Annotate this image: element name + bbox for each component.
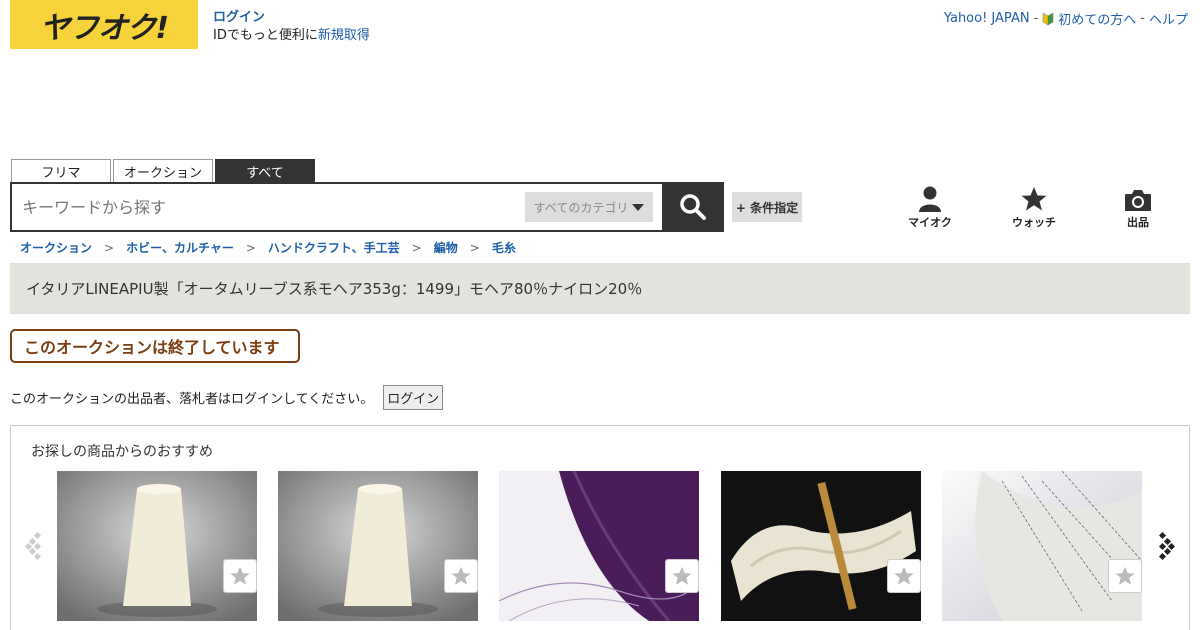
breadcrumb-separator: > (469, 240, 480, 255)
star-icon (230, 566, 250, 585)
login-link[interactable]: ログイン (213, 10, 265, 25)
logo-text: ヤフオク! (39, 10, 169, 46)
breadcrumb-item[interactable]: 編物 (434, 239, 458, 256)
beginner-mark-icon (1042, 11, 1054, 26)
person-icon (919, 186, 941, 212)
recommended-item[interactable] (278, 471, 478, 621)
help-link[interactable]: ヘルプ (1149, 9, 1188, 28)
star-icon (451, 566, 471, 585)
tab-auction[interactable]: オークション (113, 159, 213, 182)
breadcrumb-item[interactable]: オークション (20, 239, 92, 256)
recommended-item[interactable] (499, 471, 699, 621)
login-button[interactable]: ログイン (383, 385, 444, 410)
login-sub-text: IDでもっと便利に (213, 28, 318, 43)
item-image (721, 471, 921, 621)
recommended-item[interactable] (942, 471, 1142, 621)
item-title-bar: イタリアLINEAPIU製「オータムリーブス系モヘア353g：1499」モヘア8… (10, 263, 1190, 314)
tab-all[interactable]: すべて (215, 159, 315, 182)
search-tabs: フリマ オークション すべて (11, 159, 315, 182)
beginner-link[interactable]: 初めての方へ (1058, 9, 1136, 28)
recommended-item[interactable] (57, 471, 257, 621)
chevron-down-icon (632, 203, 645, 211)
star-icon (894, 566, 914, 585)
search-input[interactable] (22, 192, 502, 222)
watch-star-button[interactable] (223, 559, 257, 593)
star-icon (1021, 187, 1047, 211)
signup-link[interactable]: 新規取得 (318, 28, 370, 43)
carousel-prev-arrow-icon[interactable] (25, 531, 45, 561)
recommended-item[interactable] (721, 471, 921, 621)
my-auction-label: マイオク (908, 216, 952, 229)
recommendations-panel: お探しの商品からのおすすめ (10, 425, 1190, 630)
login-prompt-text: このオークションの出品者、落札者はログインしてください。 (10, 392, 374, 407)
star-icon (672, 566, 692, 585)
watch-star-button[interactable] (1108, 559, 1142, 593)
breadcrumb: オークション > ホビー、カルチャー > ハンドクラフト、手工芸 > 編物 > … (20, 239, 516, 256)
my-auction-button[interactable]: マイオク (900, 186, 960, 230)
separator: - (1140, 11, 1145, 26)
camera-icon (1125, 190, 1151, 211)
watch-star-button[interactable] (444, 559, 478, 593)
tab-flea-market[interactable]: フリマ (11, 159, 111, 182)
sell-label: 出品 (1127, 216, 1149, 229)
breadcrumb-separator: > (104, 240, 115, 255)
carousel-next-arrow-icon[interactable] (1155, 531, 1175, 561)
condition-button[interactable]: + 条件指定 (732, 192, 802, 222)
breadcrumb-separator: > (411, 240, 422, 255)
item-title: イタリアLINEAPIU製「オータムリーブス系モヘア353g：1499」モヘア8… (26, 280, 643, 298)
item-image (57, 471, 257, 621)
item-image (942, 471, 1142, 621)
yahoo-japan-link[interactable]: Yahoo! JAPAN (944, 11, 1030, 26)
category-label: すべてのカテゴリ (533, 200, 629, 215)
breadcrumb-item[interactable]: 毛糸 (492, 239, 516, 256)
watch-star-button[interactable] (665, 559, 699, 593)
top-links: Yahoo! JAPAN - 初めての方へ - ヘルプ (944, 9, 1188, 28)
auction-ended-notice: このオークションは終了しています (10, 329, 300, 363)
watch-button[interactable]: ウォッチ (1004, 186, 1064, 230)
yahuoku-logo[interactable]: ヤフオク! (10, 0, 198, 49)
auction-ended-text: このオークションは終了しています (24, 338, 280, 357)
watch-star-button[interactable] (887, 559, 921, 593)
login-prompt: このオークションの出品者、落札者はログインしてください。 ログイン (10, 385, 444, 410)
breadcrumb-item[interactable]: ホビー、カルチャー (126, 239, 234, 256)
separator: - (1033, 11, 1039, 26)
breadcrumb-item[interactable]: ハンドクラフト、手工芸 (268, 239, 400, 256)
item-image (499, 471, 699, 621)
item-image (278, 471, 478, 621)
recommendations-title: お探しの商品からのおすすめ (31, 444, 213, 460)
login-area: ログイン IDでもっと便利に新規取得 (213, 9, 370, 45)
sell-button[interactable]: 出品 (1108, 186, 1168, 230)
category-select[interactable]: すべてのカテゴリ (525, 192, 653, 222)
breadcrumb-separator: > (245, 240, 256, 255)
search-icon (680, 194, 706, 220)
search-button[interactable] (662, 182, 724, 232)
search-box: すべてのカテゴリ (10, 182, 664, 232)
watch-label: ウォッチ (1012, 216, 1056, 229)
star-icon (1115, 566, 1135, 585)
